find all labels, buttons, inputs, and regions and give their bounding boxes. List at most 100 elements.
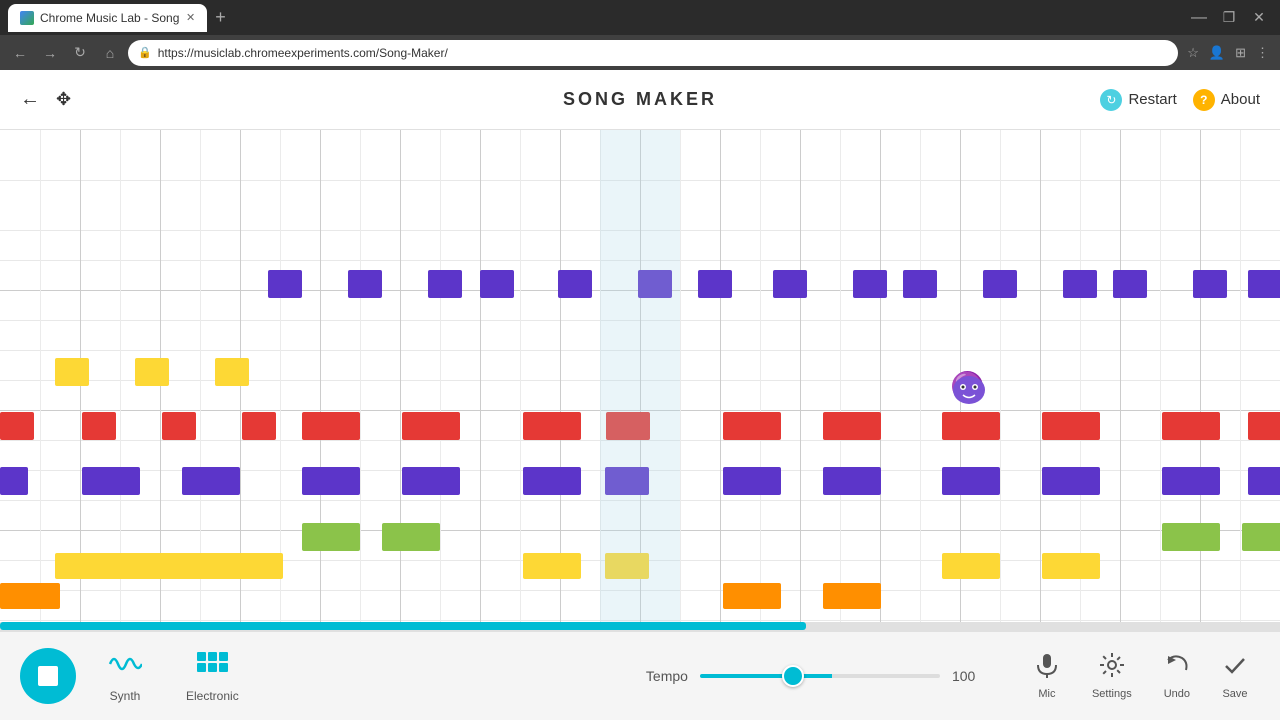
note-block[interactable] (523, 553, 581, 579)
tempo-slider[interactable] (700, 674, 940, 678)
note-block[interactable] (1042, 553, 1100, 579)
about-label: About (1221, 91, 1260, 108)
electronic-grid-icon (195, 650, 229, 685)
app-title: SONG MAKER (563, 89, 717, 110)
note-block[interactable] (382, 523, 440, 551)
move-button[interactable]: ✥ (56, 89, 71, 110)
minimize-button[interactable]: — (1186, 5, 1212, 31)
note-block[interactable] (823, 583, 881, 609)
browser-tab[interactable]: Chrome Music Lab - Song M... ✕ (8, 4, 207, 32)
stop-button[interactable] (20, 648, 76, 704)
address-bar[interactable]: 🔒 https://musiclab.chromeexperiments.com… (128, 40, 1178, 66)
progress-bar-track[interactable] (0, 622, 1280, 630)
note-block[interactable] (348, 270, 382, 298)
note-block[interactable] (723, 412, 781, 440)
note-block[interactable] (942, 553, 1000, 579)
note-block[interactable] (723, 467, 781, 495)
note-block[interactable] (242, 412, 276, 440)
note-block[interactable] (162, 412, 196, 440)
mic-button[interactable]: Mic (1022, 644, 1072, 708)
undo-button[interactable]: Undo (1152, 644, 1202, 708)
note-block[interactable] (302, 412, 360, 440)
note-block[interactable] (723, 583, 781, 609)
note-block[interactable] (1248, 412, 1280, 440)
note-grid-canvas[interactable]: 🟣 (0, 130, 1280, 622)
save-check-icon (1222, 652, 1248, 684)
note-block[interactable] (558, 270, 592, 298)
app-header: ← ✥ SONG MAKER ↻ Restart ? About (0, 70, 1280, 130)
tab-close-btn[interactable]: ✕ (186, 11, 195, 24)
reload-button[interactable]: ↻ (68, 41, 92, 65)
note-block[interactable] (1042, 467, 1100, 495)
note-block[interactable] (268, 270, 302, 298)
note-block[interactable] (523, 467, 581, 495)
note-block[interactable] (82, 412, 116, 440)
about-icon: ? (1193, 89, 1215, 111)
undo-label: Undo (1164, 688, 1190, 700)
note-block[interactable] (135, 358, 169, 386)
note-block[interactable] (302, 467, 360, 495)
note-block[interactable] (903, 270, 937, 298)
note-block[interactable] (523, 412, 581, 440)
maximize-button[interactable]: ❐ (1216, 5, 1242, 31)
note-block[interactable] (1162, 467, 1220, 495)
note-block[interactable] (1242, 523, 1280, 551)
tab-title: Chrome Music Lab - Song M... (40, 11, 180, 25)
restart-icon: ↻ (1100, 89, 1122, 111)
browser-chrome: Chrome Music Lab - Song M... ✕ + — ❐ ✕ ←… (0, 0, 1280, 70)
restart-label: Restart (1128, 91, 1176, 108)
mascot (950, 370, 988, 406)
note-block[interactable] (1193, 270, 1227, 298)
mic-label: Mic (1038, 688, 1055, 700)
note-block[interactable] (853, 270, 887, 298)
note-block[interactable] (182, 467, 240, 495)
note-block[interactable] (823, 412, 881, 440)
back-nav-button[interactable]: ← (8, 41, 32, 65)
note-block[interactable] (1248, 270, 1280, 298)
mic-icon (1034, 652, 1060, 684)
new-tab-button[interactable]: + (211, 7, 230, 28)
note-block[interactable] (0, 412, 34, 440)
forward-nav-button[interactable]: → (38, 41, 62, 65)
note-block[interactable] (1042, 412, 1100, 440)
bookmark-button[interactable]: ☆ (1184, 45, 1202, 61)
note-block[interactable] (428, 270, 462, 298)
note-block[interactable] (698, 270, 732, 298)
close-button[interactable]: ✕ (1246, 5, 1272, 31)
note-block[interactable] (942, 467, 1000, 495)
note-block[interactable] (983, 270, 1017, 298)
note-block[interactable] (823, 467, 881, 495)
note-block[interactable] (302, 523, 360, 551)
home-button[interactable]: ⌂ (98, 41, 122, 65)
synth-label: Synth (110, 689, 141, 703)
note-block[interactable] (215, 358, 249, 386)
note-block[interactable] (942, 412, 1000, 440)
note-block[interactable] (55, 553, 283, 579)
note-block[interactable] (480, 270, 514, 298)
synth-button[interactable]: Synth (96, 642, 154, 711)
electronic-button[interactable]: Electronic (174, 642, 251, 711)
save-button[interactable]: Save (1210, 644, 1260, 708)
note-block[interactable] (773, 270, 807, 298)
extensions-button[interactable]: ⊞ (1232, 45, 1249, 61)
back-button[interactable]: ← (20, 88, 40, 111)
note-block[interactable] (1063, 270, 1097, 298)
settings-button[interactable]: Settings (1080, 644, 1144, 708)
note-block[interactable] (0, 467, 28, 495)
note-block[interactable] (1162, 412, 1220, 440)
note-block[interactable] (0, 583, 60, 609)
note-block[interactable] (1113, 270, 1147, 298)
restart-button[interactable]: ↻ Restart (1100, 89, 1176, 111)
note-block[interactable] (1162, 523, 1220, 551)
profile-button[interactable]: 👤 (1206, 45, 1228, 61)
note-block[interactable] (82, 467, 140, 495)
menu-button[interactable]: ⋮ (1253, 45, 1272, 61)
note-block[interactable] (1248, 467, 1280, 495)
note-block[interactable] (55, 358, 89, 386)
note-block[interactable] (402, 467, 460, 495)
browser-actions: ☆ 👤 ⊞ ⋮ (1184, 45, 1272, 61)
progress-bar-fill (0, 622, 806, 630)
undo-icon (1164, 652, 1190, 684)
about-button[interactable]: ? About (1193, 89, 1260, 111)
note-block[interactable] (402, 412, 460, 440)
